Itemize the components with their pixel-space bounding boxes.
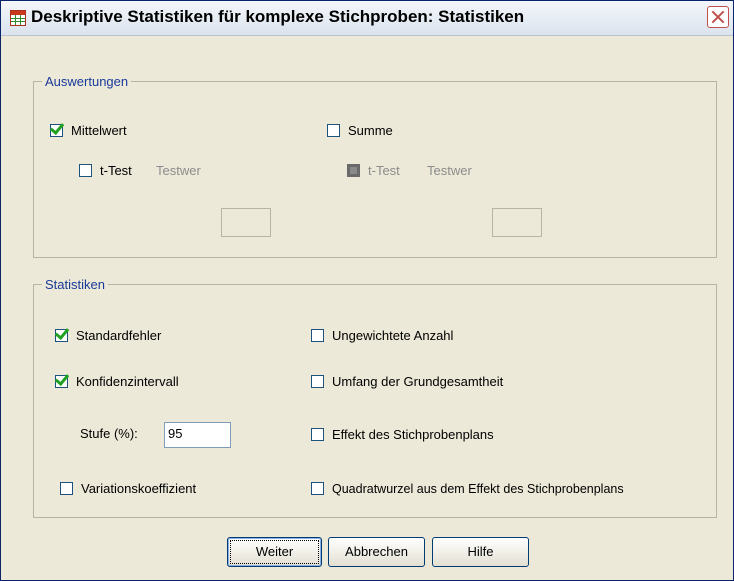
weiter-button[interactable]: Weiter (227, 537, 322, 567)
variationskoeffizient-label: Variationskoeffizient (81, 481, 197, 496)
summe-ttest-checkbox-box (347, 164, 360, 177)
quadratwurzel-checkbox-box[interactable] (311, 482, 324, 495)
mittelwert-label: Mittelwert (71, 123, 127, 138)
mittelwert-testwert-input (221, 208, 271, 237)
close-icon[interactable] (707, 6, 729, 28)
hilfe-button[interactable]: Hilfe (432, 537, 529, 567)
quadratwurzel-label: Quadratwurzel aus dem Effekt des Stichpr… (332, 482, 624, 496)
stufe-input[interactable]: 95 (164, 422, 231, 448)
konfidenzintervall-label: Konfidenzintervall (76, 374, 179, 389)
stufe-label: Stufe (%): (80, 426, 138, 441)
statistiken-legend: Statistiken (42, 277, 108, 292)
standardfehler-checkbox-box[interactable] (55, 329, 68, 342)
umfang-checkbox-box[interactable] (311, 375, 324, 388)
dialog-window: Deskriptive Statistiken für komplexe Sti… (0, 0, 734, 581)
summe-label: Summe (348, 123, 393, 138)
ungewichtete-anzahl-checkbox-box[interactable] (311, 329, 324, 342)
summe-testwert-input (492, 208, 542, 237)
title-bar[interactable]: Deskriptive Statistiken für komplexe Sti… (1, 1, 733, 36)
window-title: Deskriptive Statistiken für komplexe Sti… (31, 7, 525, 26)
auswertungen-legend: Auswertungen (42, 74, 132, 89)
summe-checkbox-box[interactable] (327, 124, 340, 137)
summe-ttest-label: t-Test (368, 163, 400, 178)
variationskoeffizient-checkbox-box[interactable] (60, 482, 73, 495)
umfang-label: Umfang der Grundgesamtheit (332, 374, 504, 389)
effekt-checkbox-box[interactable] (311, 428, 324, 441)
abbrechen-button[interactable]: Abbrechen (328, 537, 425, 567)
mittelwert-checkbox-box[interactable] (50, 124, 63, 137)
mittelwert-ttest-checkbox-box[interactable] (79, 164, 92, 177)
mittelwert-testwert-label: Testwer (156, 163, 201, 178)
mittelwert-ttest-label: t-Test (100, 163, 132, 178)
effekt-label: Effekt des Stichprobenplans (332, 427, 494, 442)
standardfehler-label: Standardfehler (76, 328, 162, 343)
summe-testwert-label: Testwer (427, 163, 472, 178)
spss-app-icon (10, 10, 26, 26)
konfidenzintervall-checkbox-box[interactable] (55, 375, 68, 388)
ungewichtete-anzahl-label: Ungewichtete Anzahl (332, 328, 454, 343)
